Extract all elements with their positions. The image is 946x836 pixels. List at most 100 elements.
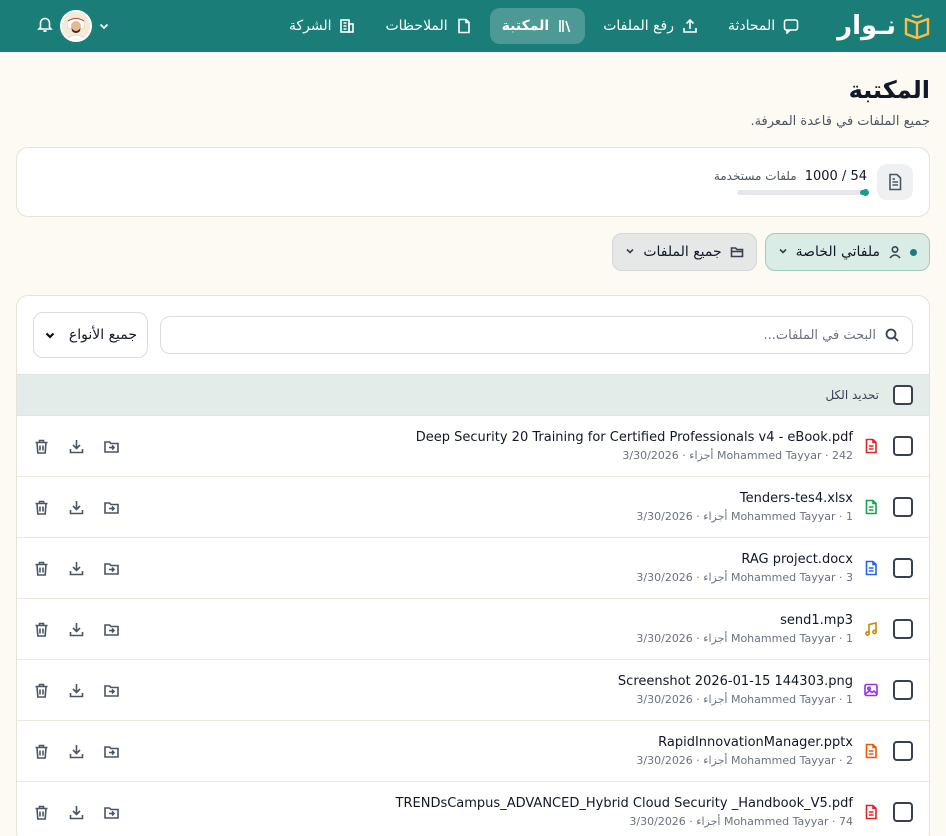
document-file-icon <box>863 560 879 576</box>
download-icon[interactable] <box>68 499 85 516</box>
file-meta: 3 · Mohammed Tayyar أجزاء · 3/30/2026 <box>636 571 853 584</box>
download-icon[interactable] <box>68 743 85 760</box>
file-info: Screenshot 2026-01-15 144303.png 1 · Moh… <box>120 674 853 706</box>
file-checkbox[interactable] <box>893 619 913 639</box>
all-files-label: جميع الملفات <box>643 244 722 260</box>
select-all-row: تحديد الكل <box>17 374 929 416</box>
file-checkbox[interactable] <box>893 558 913 578</box>
file-name[interactable]: RapidInnovationManager.pptx <box>120 735 853 750</box>
bell-icon[interactable] <box>36 15 54 37</box>
file-info: Tenders-tes4.xlsx 1 · Mohammed Tayyar أج… <box>120 491 853 523</box>
page-header: المكتبة جميع الملفات في قاعدة المعرفة. <box>0 52 946 129</box>
nav-label: المكتبة <box>501 18 550 34</box>
folder-icon <box>730 247 743 258</box>
brand-name: نـوار <box>837 11 896 41</box>
active-dot <box>910 248 917 256</box>
files-list: Deep Security 20 Training for Certified … <box>17 416 929 836</box>
user-avatar[interactable] <box>60 10 92 42</box>
move-icon[interactable] <box>103 682 120 699</box>
file-name[interactable]: RAG project.docx <box>120 552 853 567</box>
search-input[interactable] <box>173 327 876 343</box>
nav-label: الملاحظات <box>385 18 448 34</box>
trash-icon[interactable] <box>33 804 50 821</box>
chevron-down-icon <box>625 244 635 260</box>
row-actions <box>33 804 120 821</box>
file-row: RapidInnovationManager.pptx 2 · Mohammed… <box>17 721 929 782</box>
select-all-checkbox[interactable] <box>893 385 913 405</box>
file-name[interactable]: Tenders-tes4.xlsx <box>120 491 853 506</box>
pdf-file-icon <box>863 438 879 454</box>
file-checkbox[interactable] <box>893 680 913 700</box>
file-meta: 2 · Mohammed Tayyar أجزاء · 3/30/2026 <box>636 754 853 767</box>
page-title: المكتبة <box>848 76 930 104</box>
top-navbar: نـوار المحادثة رفع الملفات المكتبة الملا… <box>0 0 946 52</box>
trash-icon[interactable] <box>33 560 50 577</box>
file-name[interactable]: TRENDsCampus_ADVANCED_Hybrid Cloud Secur… <box>120 796 853 811</box>
move-icon[interactable] <box>103 804 120 821</box>
trash-icon[interactable] <box>33 743 50 760</box>
move-icon[interactable] <box>103 560 120 577</box>
type-select[interactable]: جميع الأنواع <box>33 312 148 358</box>
nav-item-library[interactable]: المكتبة <box>489 8 586 44</box>
file-meta: 242 · Mohammed Tayyar أجزاء · 3/30/2026 <box>622 449 853 462</box>
move-icon[interactable] <box>103 621 120 638</box>
trash-icon[interactable] <box>33 499 50 516</box>
trash-icon[interactable] <box>33 621 50 638</box>
download-icon[interactable] <box>68 804 85 821</box>
row-actions <box>33 682 120 699</box>
usage-info: 1000 / 54 ملفات مستخدمة <box>714 169 869 196</box>
file-row: Deep Security 20 Training for Certified … <box>17 416 929 477</box>
nav-label: الشركة <box>288 18 332 34</box>
upload-icon <box>683 18 697 33</box>
search-icon <box>885 328 899 342</box>
chat-icon <box>783 19 799 34</box>
usage-progress-bar <box>737 189 869 196</box>
brand-logo[interactable]: نـوار <box>837 11 932 41</box>
nav-item-notes[interactable]: الملاحظات <box>373 8 483 44</box>
row-actions <box>33 621 120 638</box>
file-checkbox[interactable] <box>893 497 913 517</box>
file-checkbox[interactable] <box>893 802 913 822</box>
usage-count: 1000 / 54 <box>804 169 867 184</box>
download-icon[interactable] <box>68 621 85 638</box>
file-row: TRENDsCampus_ADVANCED_Hybrid Cloud Secur… <box>17 782 929 836</box>
download-icon[interactable] <box>68 438 85 455</box>
download-icon[interactable] <box>68 682 85 699</box>
file-icon <box>877 164 913 200</box>
file-checkbox[interactable] <box>893 741 913 761</box>
file-name[interactable]: Deep Security 20 Training for Certified … <box>120 430 853 445</box>
all-files-filter[interactable]: جميع الملفات <box>612 233 757 271</box>
top-right-controls <box>14 0 110 52</box>
music-file-icon <box>863 621 879 637</box>
pdf-file-icon <box>863 804 879 820</box>
row-actions <box>33 438 120 455</box>
nav-item-upload[interactable]: رفع الملفات <box>591 8 710 44</box>
files-list-card: جميع الأنواع تحديد الكل Deep Security 20… <box>16 295 930 836</box>
file-row: send1.mp3 1 · Mohammed Tayyar أجزاء · 3/… <box>17 599 929 660</box>
nav-item-company[interactable]: الشركة <box>277 8 368 44</box>
move-icon[interactable] <box>103 743 120 760</box>
nav-label: رفع الملفات <box>603 18 674 34</box>
library-icon <box>559 20 571 33</box>
my-files-filter[interactable]: ملفاتي الخاصة <box>764 233 930 271</box>
usage-progress-dot <box>862 189 869 196</box>
usage-line: 1000 / 54 ملفات مستخدمة <box>714 169 867 184</box>
file-checkbox[interactable] <box>893 436 913 456</box>
download-icon[interactable] <box>68 560 85 577</box>
row-actions <box>33 743 120 760</box>
trash-icon[interactable] <box>33 438 50 455</box>
nav-item-chat[interactable]: المحادثة <box>716 8 811 44</box>
image-file-icon <box>863 682 879 698</box>
file-name[interactable]: Screenshot 2026-01-15 144303.png <box>120 674 853 689</box>
row-actions <box>33 499 120 516</box>
file-info: RAG project.docx 3 · Mohammed Tayyar أجز… <box>120 552 853 584</box>
file-name[interactable]: send1.mp3 <box>120 613 853 628</box>
move-icon[interactable] <box>103 438 120 455</box>
file-meta: 1 · Mohammed Tayyar أجزاء · 3/30/2026 <box>636 510 853 523</box>
select-all-label: تحديد الكل <box>825 388 879 402</box>
main-nav: المحادثة رفع الملفات المكتبة الملاحظات ا… <box>277 8 811 44</box>
book-logo-icon <box>904 14 930 40</box>
move-icon[interactable] <box>103 499 120 516</box>
trash-icon[interactable] <box>33 682 50 699</box>
chevron-down-icon[interactable] <box>98 17 110 36</box>
